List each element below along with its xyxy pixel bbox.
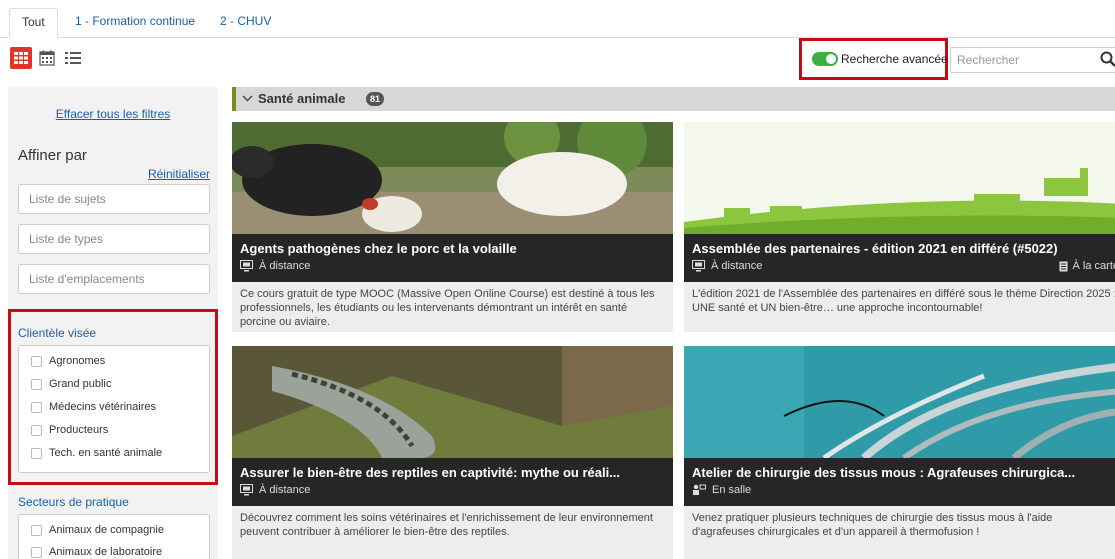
tab-formation-continue[interactable]: 1 - Formation continue xyxy=(63,8,207,38)
document-icon xyxy=(1059,261,1068,271)
category-label: Santé animale xyxy=(258,91,346,106)
client-options-panel: Agronomes Grand public Médecins vétérina… xyxy=(18,345,210,473)
course-image-surgical-tools xyxy=(684,346,1115,458)
reset-link[interactable]: Réinitialiser xyxy=(148,167,210,181)
locations-filter-input[interactable] xyxy=(18,264,210,294)
grid-view-button[interactable] xyxy=(10,47,32,69)
client-option-tech-sante-animale[interactable]: Tech. en santé animale xyxy=(31,447,162,459)
course-image-farm-animals xyxy=(684,122,1115,234)
list-view-button[interactable] xyxy=(62,47,84,69)
monitor-icon xyxy=(692,260,705,272)
list-icon xyxy=(65,52,81,64)
course-card[interactable]: Assemblée des partenaires - édition 2021… xyxy=(684,122,1115,332)
course-mode: À distance xyxy=(240,260,310,272)
sector-options-panel: Animaux de compagnie Animaux de laborato… xyxy=(18,514,210,559)
search-icon[interactable] xyxy=(1100,51,1115,67)
checkbox[interactable] xyxy=(31,424,42,436)
types-filter-input[interactable] xyxy=(18,224,210,254)
monitor-icon xyxy=(240,484,253,496)
advanced-search-toggle[interactable] xyxy=(812,52,838,66)
checkbox[interactable] xyxy=(31,355,42,367)
course-title[interactable]: Agents pathogènes chez le porc et la vol… xyxy=(240,241,517,256)
sector-option-animaux-compagnie[interactable]: Animaux de compagnie xyxy=(31,524,164,536)
search-input[interactable] xyxy=(950,47,1115,73)
course-image-pig-chickens xyxy=(232,122,673,234)
course-description: Venez pratiquer plusieurs techniques de … xyxy=(684,506,1115,559)
course-card[interactable]: Assurer le bien-être des reptiles en cap… xyxy=(232,346,673,559)
client-option-grand-public[interactable]: Grand public xyxy=(31,378,111,390)
course-description: L'édition 2021 de l'Assemblée des parten… xyxy=(684,282,1115,332)
course-title[interactable]: Assemblée des partenaires - édition 2021… xyxy=(692,241,1058,256)
classroom-icon xyxy=(693,484,706,495)
client-option-medecins-veterinaires[interactable]: Médecins vétérinaires xyxy=(31,401,156,413)
course-mode: En salle xyxy=(692,484,751,496)
checkbox[interactable] xyxy=(31,546,42,558)
checkbox[interactable] xyxy=(31,447,42,459)
course-title[interactable]: Atelier de chirurgie des tissus mous : A… xyxy=(692,465,1075,480)
sector-option-animaux-laboratoire[interactable]: Animaux de laboratoire xyxy=(31,546,162,558)
course-title-band: Atelier de chirurgie des tissus mous : A… xyxy=(684,458,1115,506)
tab-tout[interactable]: Tout xyxy=(9,8,58,38)
category-count-badge: 81 xyxy=(366,92,384,106)
chevron-down-icon xyxy=(242,95,253,102)
client-option-producteurs[interactable]: Producteurs xyxy=(31,424,108,436)
course-image-reptile xyxy=(232,346,673,458)
course-title-band: Assurer le bien-être des reptiles en cap… xyxy=(232,458,673,506)
calendar-view-button[interactable] xyxy=(36,47,58,69)
course-description: Découvrez comment les soins vétérinaires… xyxy=(232,506,673,559)
checkbox[interactable] xyxy=(31,401,42,413)
course-description: Ce cours gratuit de type MOOC (Massive O… xyxy=(232,282,673,332)
sector-section-title: Secteurs de pratique xyxy=(18,495,129,509)
course-title[interactable]: Assurer le bien-être des reptiles en cap… xyxy=(240,465,620,480)
course-mode: À distance xyxy=(240,484,310,496)
tab-bar: Tout 1 - Formation continue 2 - CHUV xyxy=(0,0,1115,38)
category-header[interactable]: Santé animale 81 xyxy=(232,87,1115,111)
course-extra: À la carte xyxy=(1059,260,1115,272)
course-title-band: Agents pathogènes chez le porc et la vol… xyxy=(232,234,673,282)
course-title-band: Assemblée des partenaires - édition 2021… xyxy=(684,234,1115,282)
checkbox[interactable] xyxy=(31,378,42,390)
client-section-title: Clientèle visée xyxy=(18,326,97,340)
refine-title: Affiner par xyxy=(18,147,87,164)
calendar-icon xyxy=(39,50,55,66)
advanced-search-label: Recherche avancée xyxy=(841,52,948,66)
checkbox[interactable] xyxy=(31,524,42,536)
subjects-filter-input[interactable] xyxy=(18,184,210,214)
clear-filters-link[interactable]: Effacer tous les filtres xyxy=(8,107,218,121)
filter-sidebar: Effacer tous les filtres Affiner par Réi… xyxy=(8,87,218,559)
course-mode: À distance xyxy=(692,260,762,272)
client-option-agronomes[interactable]: Agronomes xyxy=(31,355,105,367)
monitor-icon xyxy=(240,260,253,272)
course-card[interactable]: Agents pathogènes chez le porc et la vol… xyxy=(232,122,673,332)
tab-chuv[interactable]: 2 - CHUV xyxy=(208,8,283,38)
course-card[interactable]: Atelier de chirurgie des tissus mous : A… xyxy=(684,346,1115,559)
grid-icon xyxy=(14,52,28,64)
